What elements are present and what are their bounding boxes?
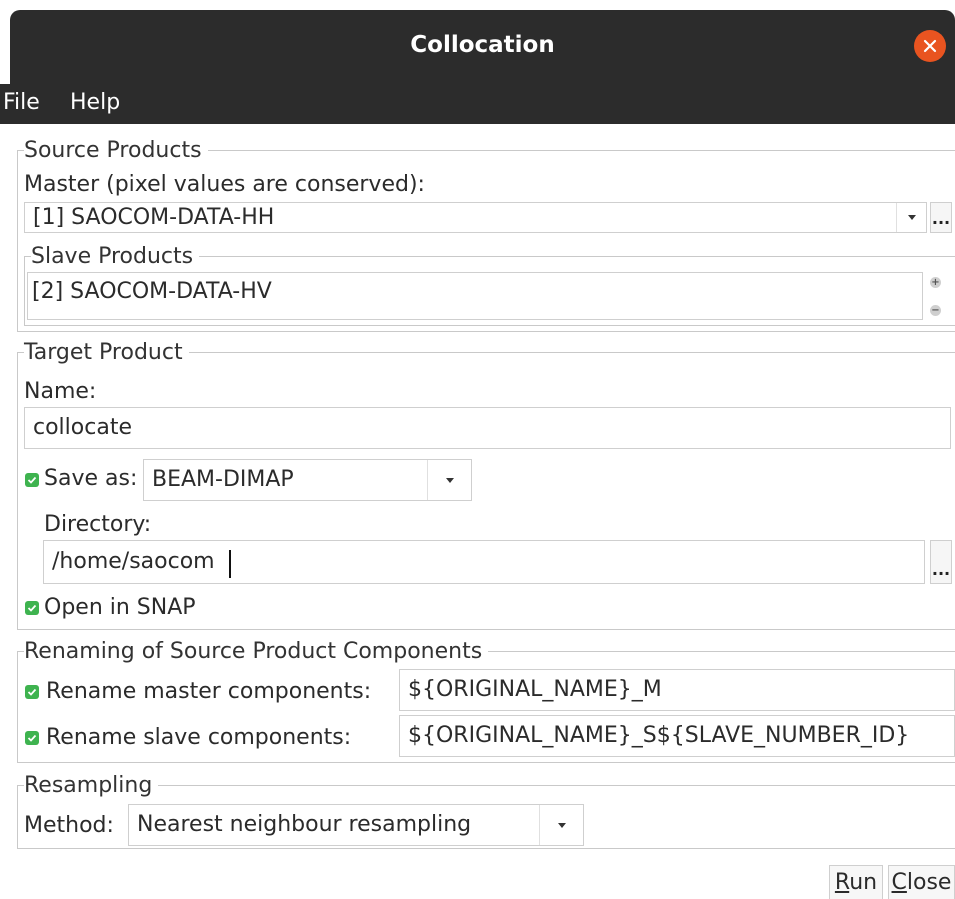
rename-slave-checkbox[interactable] [25, 731, 39, 745]
resampling-legend: Resampling [24, 774, 159, 798]
close-mnemonic: C [891, 870, 907, 895]
rename-master-input[interactable]: ${ORIGINAL_NAME}_M [399, 669, 955, 711]
check-icon [27, 604, 37, 612]
format-value: BEAM-DIMAP [152, 467, 294, 492]
directory-browse-button[interactable]: ... [930, 540, 952, 584]
window-close-button[interactable] [914, 30, 946, 62]
rename-master-checkbox[interactable] [25, 685, 39, 699]
rename-slave-input[interactable]: ${ORIGINAL_NAME}_S${SLAVE_NUMBER_ID} [399, 715, 955, 757]
check-icon [27, 734, 37, 742]
run-mnemonic: R [834, 870, 850, 895]
resampling-method-select[interactable]: Nearest neighbour resampling [128, 804, 584, 846]
master-product-value: [1] SAOCOM-DATA-HH [33, 205, 275, 230]
list-item[interactable]: [2] SAOCOM-DATA-HV [32, 279, 272, 304]
dialog-content: Source Products Master (pixel values are… [0, 124, 955, 899]
save-as-checkbox[interactable] [25, 473, 39, 487]
directory-label: Directory: [44, 512, 152, 537]
method-label: Method: [24, 813, 114, 838]
window-title: Collocation [410, 32, 555, 58]
format-select[interactable]: BEAM-DIMAP [143, 459, 472, 501]
close-icon [923, 39, 937, 53]
open-in-snap-label[interactable]: Open in SNAP [44, 595, 196, 621]
run-button[interactable]: Run [829, 865, 883, 899]
master-label: Master (pixel values are conserved): [24, 172, 425, 197]
menu-file[interactable]: File [3, 90, 40, 115]
source-products-legend: Source Products [24, 139, 208, 163]
open-in-snap-checkbox[interactable] [25, 601, 39, 615]
run-label: un [849, 870, 878, 895]
rename-slave-label[interactable]: Rename slave components: [46, 725, 351, 751]
text-cursor [229, 550, 231, 578]
chevron-down-icon [896, 203, 926, 232]
renaming-legend: Renaming of Source Product Components [24, 640, 489, 664]
chevron-down-icon [539, 805, 583, 845]
menu-bar: File Help [0, 84, 955, 124]
master-browse-button[interactable]: ... [930, 202, 952, 233]
resampling-method-value: Nearest neighbour resampling [137, 812, 472, 837]
check-icon [27, 688, 37, 696]
close-button[interactable]: Close [888, 865, 955, 899]
menu-help[interactable]: Help [70, 90, 120, 115]
close-label: lose [906, 870, 952, 895]
slave-products-list[interactable]: [2] SAOCOM-DATA-HV [27, 272, 923, 320]
slave-products-legend: Slave Products [31, 245, 200, 269]
title-bar: Collocation [10, 10, 955, 84]
add-icon[interactable]: + [930, 277, 941, 288]
target-name-input[interactable]: collocate [24, 407, 951, 449]
check-icon [27, 476, 37, 484]
directory-input[interactable]: /home/saocom [43, 540, 925, 584]
save-as-label[interactable]: Save as: [44, 466, 137, 492]
target-product-legend: Target Product [24, 341, 189, 365]
name-label: Name: [24, 379, 97, 404]
master-product-select[interactable]: [1] SAOCOM-DATA-HH [24, 202, 927, 233]
remove-icon[interactable]: − [930, 305, 941, 316]
rename-master-label[interactable]: Rename master components: [46, 679, 371, 705]
chevron-down-icon [427, 460, 471, 500]
